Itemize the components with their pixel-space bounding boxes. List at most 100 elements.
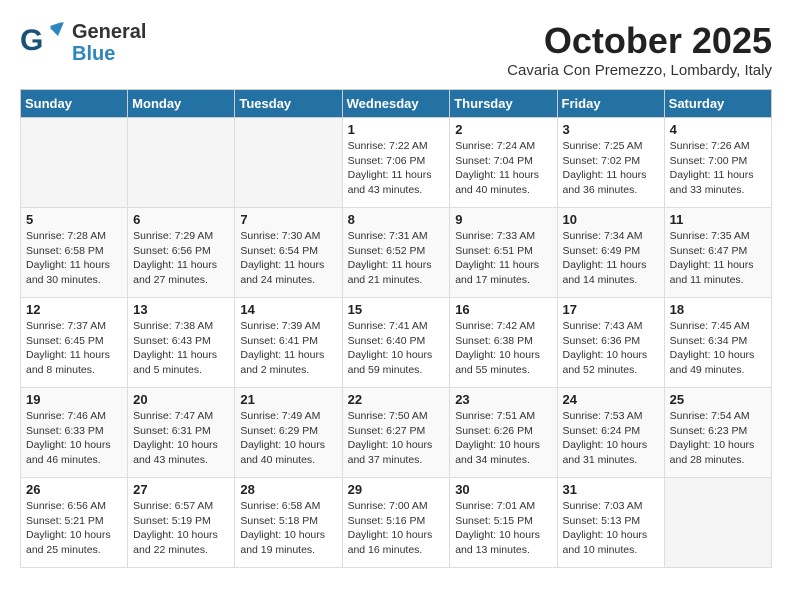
- day-number: 7: [240, 212, 336, 227]
- calendar-cell: 3 Sunrise: 7:25 AM Sunset: 7:02 PM Daylig…: [557, 118, 664, 208]
- calendar-cell: 27 Sunrise: 6:57 AM Sunset: 5:19 PM Dayli…: [128, 478, 235, 568]
- day-number: 2: [455, 122, 551, 137]
- calendar-week-row: 26 Sunrise: 6:56 AM Sunset: 5:21 PM Dayli…: [21, 478, 772, 568]
- calendar-cell: 13 Sunrise: 7:38 AM Sunset: 6:43 PM Dayli…: [128, 298, 235, 388]
- day-number: 4: [670, 122, 766, 137]
- calendar-cell: 5 Sunrise: 7:28 AM Sunset: 6:58 PM Daylig…: [21, 208, 128, 298]
- day-info: Sunrise: 7:28 AM Sunset: 6:58 PM Dayligh…: [26, 229, 122, 288]
- day-info: Sunrise: 7:25 AM Sunset: 7:02 PM Dayligh…: [563, 139, 659, 198]
- day-number: 6: [133, 212, 229, 227]
- calendar-cell: [664, 478, 771, 568]
- calendar-week-row: 12Sunrise: 7:37 AM Sunset: 6:45 PM Dayli…: [21, 298, 772, 388]
- calendar-cell: 12Sunrise: 7:37 AM Sunset: 6:45 PM Dayli…: [21, 298, 128, 388]
- day-number: 10: [563, 212, 659, 227]
- calendar-cell: 7 Sunrise: 7:30 AM Sunset: 6:54 PM Daylig…: [235, 208, 342, 298]
- day-info: Sunrise: 7:37 AM Sunset: 6:45 PM Dayligh…: [26, 319, 122, 378]
- day-info: Sunrise: 7:47 AM Sunset: 6:31 PM Dayligh…: [133, 409, 229, 468]
- calendar-cell: 2 Sunrise: 7:24 AM Sunset: 7:04 PM Daylig…: [450, 118, 557, 208]
- day-number: 28: [240, 482, 336, 497]
- calendar-cell: [21, 118, 128, 208]
- day-number: 23: [455, 392, 551, 407]
- month-title: October 2025: [507, 20, 772, 62]
- calendar-cell: 22Sunrise: 7:50 AM Sunset: 6:27 PM Dayli…: [342, 388, 450, 478]
- day-info: Sunrise: 6:57 AM Sunset: 5:19 PM Dayligh…: [133, 499, 229, 558]
- day-info: Sunrise: 7:45 AM Sunset: 6:34 PM Dayligh…: [670, 319, 766, 378]
- day-number: 29: [348, 482, 445, 497]
- calendar-day-header: Thursday: [450, 90, 557, 118]
- logo-subtext: Blue: [72, 43, 146, 65]
- title-block: October 2025 Cavaria Con Premezzo, Lomba…: [507, 20, 772, 79]
- day-number: 19: [26, 392, 122, 407]
- day-info: Sunrise: 7:39 AM Sunset: 6:41 PM Dayligh…: [240, 319, 336, 378]
- logo-icon: G: [20, 20, 64, 65]
- day-number: 17: [563, 302, 659, 317]
- calendar-day-header: Saturday: [664, 90, 771, 118]
- day-info: Sunrise: 7:38 AM Sunset: 6:43 PM Dayligh…: [133, 319, 229, 378]
- day-info: Sunrise: 7:49 AM Sunset: 6:29 PM Dayligh…: [240, 409, 336, 468]
- calendar-cell: 16 Sunrise: 7:42 AM Sunset: 6:38 PM Dayli…: [450, 298, 557, 388]
- day-number: 14: [240, 302, 336, 317]
- day-number: 21: [240, 392, 336, 407]
- calendar-day-header: Friday: [557, 90, 664, 118]
- calendar-cell: 25 Sunrise: 7:54 AM Sunset: 6:23 PM Dayli…: [664, 388, 771, 478]
- calendar-cell: [128, 118, 235, 208]
- day-number: 9: [455, 212, 551, 227]
- day-number: 24: [563, 392, 659, 407]
- location-subtitle: Cavaria Con Premezzo, Lombardy, Italy: [507, 62, 772, 79]
- day-info: Sunrise: 6:58 AM Sunset: 5:18 PM Dayligh…: [240, 499, 336, 558]
- calendar-cell: 30Sunrise: 7:01 AM Sunset: 5:15 PM Dayli…: [450, 478, 557, 568]
- day-info: Sunrise: 6:56 AM Sunset: 5:21 PM Dayligh…: [26, 499, 122, 558]
- day-info: Sunrise: 7:24 AM Sunset: 7:04 PM Dayligh…: [455, 139, 551, 198]
- day-number: 26: [26, 482, 122, 497]
- day-info: Sunrise: 7:26 AM Sunset: 7:00 PM Dayligh…: [670, 139, 766, 198]
- calendar-cell: 17 Sunrise: 7:43 AM Sunset: 6:36 PM Dayli…: [557, 298, 664, 388]
- day-info: Sunrise: 7:00 AM Sunset: 5:16 PM Dayligh…: [348, 499, 445, 558]
- calendar-cell: 21 Sunrise: 7:49 AM Sunset: 6:29 PM Dayli…: [235, 388, 342, 478]
- day-info: Sunrise: 7:54 AM Sunset: 6:23 PM Dayligh…: [670, 409, 766, 468]
- day-info: Sunrise: 7:42 AM Sunset: 6:38 PM Dayligh…: [455, 319, 551, 378]
- calendar-cell: 4 Sunrise: 7:26 AM Sunset: 7:00 PM Daylig…: [664, 118, 771, 208]
- calendar-cell: 18 Sunrise: 7:45 AM Sunset: 6:34 PM Dayli…: [664, 298, 771, 388]
- calendar-cell: 14 Sunrise: 7:39 AM Sunset: 6:41 PM Dayli…: [235, 298, 342, 388]
- day-number: 18: [670, 302, 766, 317]
- day-number: 5: [26, 212, 122, 227]
- calendar-cell: [235, 118, 342, 208]
- day-number: 16: [455, 302, 551, 317]
- calendar-header-row: SundayMondayTuesdayWednesdayThursdayFrid…: [21, 90, 772, 118]
- logo-text: General: [72, 21, 146, 43]
- calendar-cell: 26 Sunrise: 6:56 AM Sunset: 5:21 PM Dayli…: [21, 478, 128, 568]
- logo: G General Blue: [20, 20, 146, 65]
- calendar-cell: 29 Sunrise: 7:00 AM Sunset: 5:16 PM Dayli…: [342, 478, 450, 568]
- calendar-cell: 20 Sunrise: 7:47 AM Sunset: 6:31 PM Dayli…: [128, 388, 235, 478]
- day-info: Sunrise: 7:51 AM Sunset: 6:26 PM Dayligh…: [455, 409, 551, 468]
- day-number: 20: [133, 392, 229, 407]
- day-number: 22: [348, 392, 445, 407]
- calendar-table: SundayMondayTuesdayWednesdayThursdayFrid…: [20, 89, 772, 568]
- day-number: 3: [563, 122, 659, 137]
- day-number: 27: [133, 482, 229, 497]
- day-info: Sunrise: 7:35 AM Sunset: 6:47 PM Dayligh…: [670, 229, 766, 288]
- day-info: Sunrise: 7:41 AM Sunset: 6:40 PM Dayligh…: [348, 319, 445, 378]
- day-info: Sunrise: 7:22 AM Sunset: 7:06 PM Dayligh…: [348, 139, 445, 198]
- calendar-cell: 11 Sunrise: 7:35 AM Sunset: 6:47 PM Dayli…: [664, 208, 771, 298]
- calendar-day-header: Tuesday: [235, 90, 342, 118]
- calendar-cell: 6Sunrise: 7:29 AM Sunset: 6:56 PM Daylig…: [128, 208, 235, 298]
- day-number: 8: [348, 212, 445, 227]
- calendar-cell: 10 Sunrise: 7:34 AM Sunset: 6:49 PM Dayli…: [557, 208, 664, 298]
- day-number: 11: [670, 212, 766, 227]
- day-info: Sunrise: 7:03 AM Sunset: 5:13 PM Dayligh…: [563, 499, 659, 558]
- day-number: 25: [670, 392, 766, 407]
- day-info: Sunrise: 7:43 AM Sunset: 6:36 PM Dayligh…: [563, 319, 659, 378]
- day-info: Sunrise: 7:30 AM Sunset: 6:54 PM Dayligh…: [240, 229, 336, 288]
- calendar-cell: 8Sunrise: 7:31 AM Sunset: 6:52 PM Daylig…: [342, 208, 450, 298]
- calendar-week-row: 1Sunrise: 7:22 AM Sunset: 7:06 PM Daylig…: [21, 118, 772, 208]
- calendar-day-header: Wednesday: [342, 90, 450, 118]
- page-header: G General Blue October 2025 Cavaria Con …: [20, 20, 772, 79]
- calendar-day-header: Monday: [128, 90, 235, 118]
- day-info: Sunrise: 7:34 AM Sunset: 6:49 PM Dayligh…: [563, 229, 659, 288]
- calendar-cell: 24Sunrise: 7:53 AM Sunset: 6:24 PM Dayli…: [557, 388, 664, 478]
- day-number: 13: [133, 302, 229, 317]
- calendar-week-row: 19Sunrise: 7:46 AM Sunset: 6:33 PM Dayli…: [21, 388, 772, 478]
- calendar-cell: 15Sunrise: 7:41 AM Sunset: 6:40 PM Dayli…: [342, 298, 450, 388]
- svg-text:G: G: [20, 24, 43, 57]
